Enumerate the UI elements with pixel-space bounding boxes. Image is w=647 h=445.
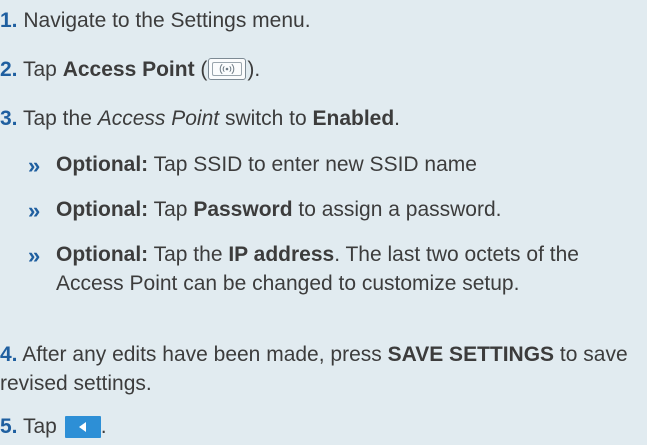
ip-address-label: IP address <box>228 243 335 266</box>
chevron-bullet-icon: » <box>28 153 40 178</box>
step-prefix: Tap <box>22 58 63 81</box>
step-prefix: After any edits have been made, press <box>22 343 388 366</box>
substep-text: Optional: Tap the IP address. The last t… <box>56 240 647 298</box>
substep-prefix: Tap <box>148 198 194 221</box>
access-point-italic: Access Point <box>97 107 220 130</box>
step-suffix: . <box>394 107 401 130</box>
chevron-bullet-icon: » <box>28 243 40 268</box>
optional-label: Optional: <box>56 153 149 176</box>
access-point-wifi-icon <box>208 58 247 80</box>
instructions-page: 1. Navigate to the Settings menu. 2. Tap… <box>0 0 647 445</box>
step-middle: switch to <box>219 107 313 130</box>
step-number: 2. <box>0 58 18 81</box>
step-number: 3. <box>0 107 18 130</box>
paren-close: ). <box>247 58 261 81</box>
substep-text: Optional: Tap Password to assign a passw… <box>56 195 501 224</box>
substep-prefix: Tap the <box>148 243 229 266</box>
substep-text: Optional: Tap SSID to enter new SSID nam… <box>56 150 477 179</box>
step-5: 5. Tap . <box>0 412 107 441</box>
step-number: 5. <box>0 415 18 438</box>
step-4: 4. After any edits have been made, press… <box>0 340 647 398</box>
access-point-label: Access Point <box>62 58 195 81</box>
password-label: Password <box>193 198 293 221</box>
step-1: 1. Navigate to the Settings menu. <box>0 6 311 35</box>
save-settings-label: SAVE SETTINGS <box>387 343 555 366</box>
step-prefix: Tap the <box>22 107 98 130</box>
step-number: 4. <box>0 343 18 366</box>
enabled-label: Enabled <box>312 107 395 130</box>
back-arrow-icon <box>64 416 101 438</box>
optional-label: Optional: <box>56 243 149 266</box>
substep-body: Tap SSID to enter new SSID name <box>148 153 477 176</box>
paren-open: ( <box>194 58 208 81</box>
step-suffix: . <box>100 415 107 438</box>
step-number: 1. <box>0 9 18 32</box>
optional-label: Optional: <box>56 198 149 221</box>
step-text: Navigate to the Settings menu. <box>23 9 311 32</box>
chevron-bullet-icon: » <box>28 198 40 223</box>
step-2: 2. Tap Access Point (). <box>0 55 260 84</box>
substep-suffix: to assign a password. <box>292 198 502 221</box>
step-3: 3. Tap the Access Point switch to Enable… <box>0 104 400 133</box>
step-prefix: Tap <box>22 415 63 438</box>
